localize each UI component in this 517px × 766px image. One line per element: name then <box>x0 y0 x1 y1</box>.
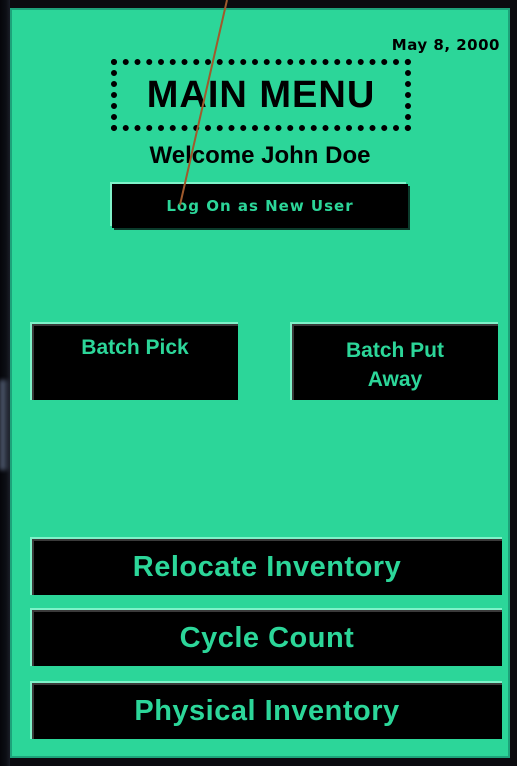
bezel-glare <box>0 380 10 470</box>
physical-inventory-button[interactable]: Physical Inventory <box>30 681 502 739</box>
date-label: May 8, 2000 <box>391 36 500 54</box>
title-frame: MAIN MENU <box>111 59 411 131</box>
main-menu-screen: May 8, 2000 MAIN MENU Welcome John Doe L… <box>10 8 510 758</box>
relocate-inventory-button[interactable]: Relocate Inventory <box>30 537 502 595</box>
page-title: MAIN MENU <box>146 73 376 116</box>
log-on-new-user-button[interactable]: Log On as New User <box>112 184 408 228</box>
welcome-message: Welcome John Doe <box>149 142 371 169</box>
batch-pick-button[interactable]: Batch Pick <box>30 322 238 400</box>
batch-put-away-button[interactable]: Batch Put Away <box>290 322 498 400</box>
batch-put-away-label-line1: Batch Put <box>345 339 444 362</box>
cycle-count-button[interactable]: Cycle Count <box>30 608 502 666</box>
batch-put-away-label-line2: Away <box>367 368 423 391</box>
